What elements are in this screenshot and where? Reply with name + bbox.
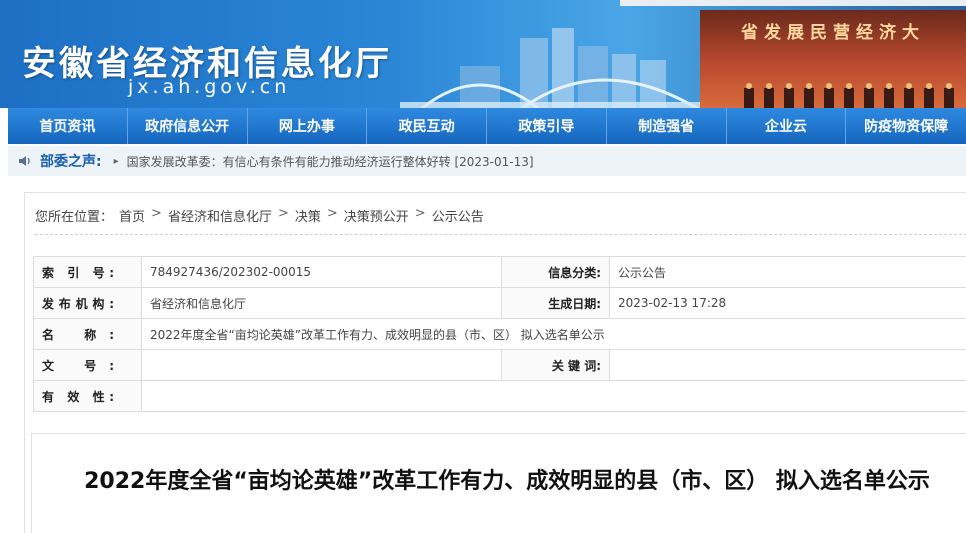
nav-item-manufacturing[interactable]: 制造强省 (607, 108, 727, 144)
docno-label: 文 号: (33, 349, 142, 381)
validity-label: 有 效 性: (33, 380, 142, 412)
breadcrumb-separator: > (277, 206, 289, 221)
main-nav: 首页资讯 政府信息公开 网上办事 政民互动 政策引导 制造强省 企业云 防疫物资… (8, 108, 966, 144)
breadcrumb-prefix: 您所在位置： (35, 210, 114, 225)
document-info-table: 索 引 号: 784927436/202302-00015 信息分类: 公示公告… (33, 256, 966, 412)
stage-people-illustration (744, 83, 954, 108)
breadcrumb-divider (35, 234, 966, 235)
name-value: 2022年度全省“亩均论英雄”改革工作有力、成效明显的县（市、区） 拟入选名单公… (141, 318, 966, 350)
table-row: 文 号: 关 键 词: (33, 349, 966, 381)
date-value: 2023-02-13 17:28 (609, 287, 966, 319)
nav-item-policy-guidance[interactable]: 政策引导 (487, 108, 607, 144)
breadcrumb-separator: > (151, 206, 162, 221)
category-value: 公示公告 (609, 256, 966, 288)
validity-value (141, 380, 966, 412)
table-row: 发布机构: 省经济和信息化厅 生成日期: 2023-02-13 17:28 (33, 287, 966, 319)
article-title: 2022年度全省“亩均论英雄”改革工作有力、成效明显的县（市、区） 拟入选名单公… (84, 469, 930, 494)
nav-item-public-interaction[interactable]: 政民互动 (367, 108, 487, 144)
nav-item-epidemic-supplies[interactable]: 防疫物资保障 (846, 108, 966, 144)
category-label: 信息分类: (501, 256, 610, 288)
news-ticker: 部委之声: ▸ 国家发展改革委：有信心有条件有能力推动经济运行整体好转 [202… (8, 146, 966, 176)
table-row: 名 称: 2022年度全省“亩均论英雄”改革工作有力、成效明显的县（市、区） 拟… (33, 318, 966, 350)
content-panel: 您所在位置： 首页 > 省经济和信息化厅 > 决策 > 决策预公开 > 公示公告… (24, 192, 966, 533)
city-skyline-illustration (400, 28, 730, 108)
table-row: 有 效 性: (33, 380, 966, 412)
nav-item-online-services[interactable]: 网上办事 (248, 108, 368, 144)
issuer-label: 发布机构: (33, 287, 142, 319)
nav-item-gov-info-disclosure[interactable]: 政府信息公开 (128, 108, 248, 144)
name-label: 名 称: (33, 318, 142, 350)
breadcrumb-link-home[interactable]: 首页 (119, 206, 145, 225)
keywords-value (609, 349, 966, 381)
breadcrumb: 您所在位置： 首页 > 省经济和信息化厅 > 决策 > 决策预公开 > 公示公告 (35, 206, 484, 225)
breadcrumb-separator: > (414, 206, 426, 221)
ticker-arrow-icon: ▸ (113, 155, 119, 167)
stage-slogan: 省发展民营经济大 (741, 23, 925, 43)
breadcrumb-link-decision[interactable]: 决策 (295, 206, 321, 225)
breadcrumb-link-decision-pre-disclosure[interactable]: 决策预公开 (344, 206, 409, 225)
breadcrumb-separator: > (326, 206, 338, 221)
index-label: 索 引 号: (33, 256, 142, 288)
article-body: 2022年度全省“亩均论英雄”改革工作有力、成效明显的县（市、区） 拟入选名单公… (31, 433, 966, 533)
site-banner: 安徽省经济和信息化厅 jx.ah.gov.cn 省发展民营经济大 (0, 0, 966, 108)
site-domain: jx.ah.gov.cn (128, 76, 291, 98)
keywords-label: 关 键 词: (501, 349, 610, 381)
speaker-icon (19, 156, 30, 166)
ticker-label: 部委之声: (40, 154, 102, 170)
table-row: 索 引 号: 784927436/202302-00015 信息分类: 公示公告 (33, 256, 966, 288)
breadcrumb-link-department[interactable]: 省经济和信息化厅 (168, 206, 272, 225)
nav-item-enterprise-cloud[interactable]: 企业云 (727, 108, 847, 144)
date-label: 生成日期: (501, 287, 610, 319)
index-value: 784927436/202302-00015 (141, 256, 502, 288)
issuer-value: 省经济和信息化厅 (141, 287, 502, 319)
stage-photo: 省发展民营经济大 (700, 10, 966, 108)
docno-value (141, 349, 502, 381)
nav-item-home-news[interactable]: 首页资讯 (8, 108, 128, 144)
breadcrumb-link-announcements[interactable]: 公示公告 (432, 206, 484, 225)
banner-top-strip (620, 0, 966, 6)
ticker-headline-link[interactable]: 国家发展改革委：有信心有条件有能力推动经济运行整体好转 [2023-01-13] (127, 153, 534, 170)
